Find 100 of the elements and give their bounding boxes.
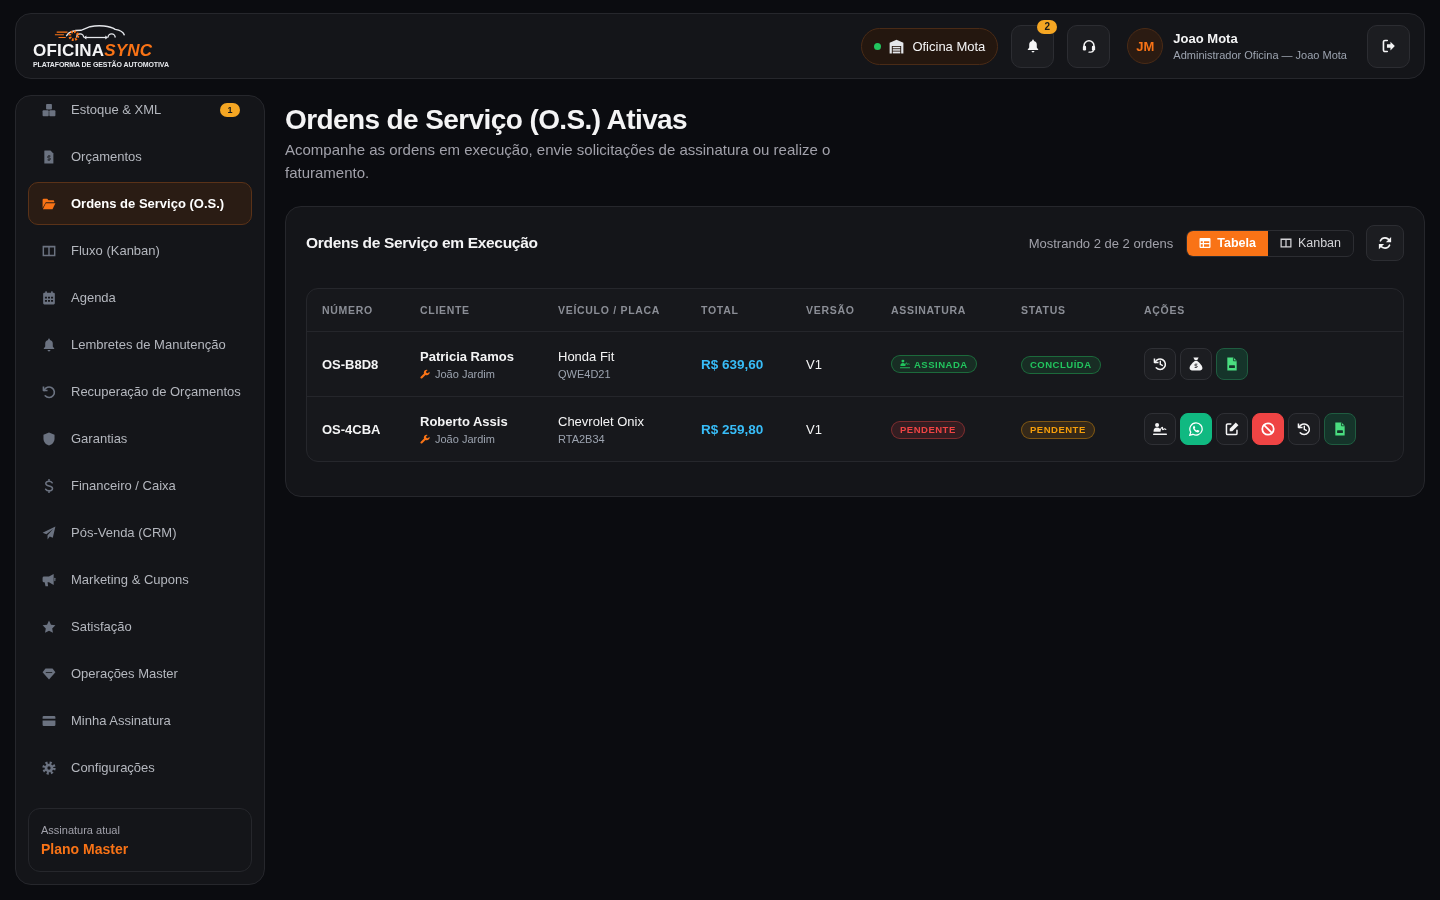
vehicle-name: Chevrolet Onix — [558, 413, 644, 429]
column-header: AÇÕES — [1144, 304, 1186, 316]
mechanic-name: João Jardim — [435, 367, 495, 380]
notification-count: 2 — [1037, 19, 1058, 34]
client-name: Roberto Assis — [420, 413, 508, 429]
plan-caption: Assinatura atual — [41, 823, 120, 836]
support-button[interactable] — [1067, 24, 1111, 68]
history-icon — [1297, 422, 1311, 436]
user-signature-icon — [900, 359, 910, 369]
sidebar-item[interactable]: Configurações — [28, 746, 252, 789]
columns-icon — [42, 243, 56, 258]
folder-icon — [42, 196, 56, 211]
sidebar-item[interactable]: Marketing & Cupons — [28, 558, 252, 601]
vehicle-name: Honda Fit — [558, 348, 615, 364]
user-avatar: JM — [1127, 28, 1164, 64]
logout-button[interactable] — [1367, 24, 1410, 68]
shield-icon — [42, 431, 56, 446]
cancel-button[interactable] — [1252, 413, 1284, 445]
sidebar-item[interactable]: Financeiro / Caixa — [28, 464, 252, 507]
order-number: OS-4CBA — [322, 421, 381, 437]
order-version: V1 — [806, 421, 822, 437]
document-button[interactable] — [1216, 348, 1248, 380]
page-subtitle: Acompanhe as ordens em execução, envie solicitações de assinatura ou realize o faturamento. — [285, 140, 832, 183]
table-icon — [1199, 237, 1212, 249]
page-title: Ordens de Serviço (O.S.) Ativas — [285, 104, 689, 136]
star-icon — [42, 619, 56, 634]
edit-icon — [1225, 422, 1239, 436]
client-name: Patricia Ramos — [420, 348, 514, 364]
history-button[interactable] — [1144, 348, 1176, 380]
sidebar-item[interactable]: Lembretes de Manutenção — [28, 323, 252, 366]
mechanic-name: João Jardim — [435, 432, 495, 445]
headset-icon — [1081, 39, 1096, 53]
file-icon — [1225, 357, 1239, 371]
block-icon — [1261, 422, 1275, 436]
credit-card-icon — [42, 713, 56, 728]
column-header: CLIENTE — [420, 304, 471, 316]
order-total: R$ 639,60 — [701, 356, 764, 372]
plan-name: Plano Master — [41, 840, 129, 857]
wrench-icon — [420, 368, 430, 379]
signature-status: PENDENTE — [900, 424, 956, 436]
dollar-icon — [42, 478, 56, 493]
sidebar-item[interactable]: Minha Assinatura — [28, 699, 252, 742]
edit-button[interactable] — [1216, 413, 1248, 445]
sidebar-item[interactable]: Operações Master — [28, 652, 252, 695]
view-tab[interactable]: Kanban — [1267, 230, 1353, 256]
workshop-selector[interactable]: Oficina Mota — [861, 27, 999, 65]
order-version: V1 — [806, 356, 822, 372]
sidebar-item[interactable]: Ordens de Serviço (O.S.) — [28, 182, 252, 225]
columns-icon — [1279, 237, 1292, 249]
document-button[interactable] — [1324, 413, 1356, 445]
money-bag-icon — [1189, 357, 1203, 371]
sidebar-item[interactable]: Recuperação de Orçamentos — [28, 370, 252, 413]
car-logo-icon — [54, 23, 126, 42]
order-number: OS-B8D8 — [322, 356, 379, 372]
calendar-icon — [42, 290, 56, 305]
signature-request-button[interactable] — [1144, 413, 1176, 445]
logout-icon — [1381, 39, 1396, 53]
invoice-icon — [42, 149, 56, 164]
column-header: STATUS — [1021, 304, 1067, 316]
column-header: TOTAL — [701, 304, 740, 316]
signature-status: ASSINADA — [914, 358, 968, 370]
sidebar-item[interactable]: Orçamentos — [28, 135, 252, 178]
logo-wordmark: OFICINASYNC — [33, 41, 153, 60]
count-badge: 1 — [220, 102, 240, 117]
sidebar-item[interactable]: Estoque & XML 1 — [28, 96, 252, 131]
message-button[interactable] — [1180, 413, 1212, 445]
vehicle-plate: RTA2B34 — [558, 432, 605, 445]
refresh-button[interactable] — [1366, 225, 1404, 261]
sidebar-item[interactable]: Pós-Venda (CRM) — [28, 511, 252, 554]
order-count: Mostrando 2 de 2 ordens — [1028, 235, 1174, 251]
history-button[interactable] — [1288, 413, 1320, 445]
undo-icon — [42, 384, 56, 399]
sidebar-item[interactable]: Satisfação — [28, 605, 252, 648]
vehicle-plate: QWE4D21 — [558, 367, 611, 380]
notification-bell-icon — [1025, 39, 1040, 53]
status-badge: CONCLUÍDA — [1021, 355, 1101, 374]
column-header: ASSINATURA — [891, 304, 968, 316]
boxes-icon — [42, 102, 56, 117]
payment-button[interactable] — [1180, 348, 1212, 380]
user-role: Administrador Oficina — Joao Mota — [1173, 49, 1347, 61]
history-icon — [1153, 357, 1167, 371]
gem-icon — [42, 666, 56, 681]
sidebar-item[interactable]: Fluxo (Kanban) — [28, 229, 252, 272]
refresh-icon — [1378, 236, 1392, 250]
wrench-icon — [420, 433, 430, 444]
column-header: VERSÃO — [806, 304, 856, 316]
column-header: NÚMERO — [322, 304, 374, 316]
megaphone-icon — [42, 572, 56, 587]
garage-icon — [889, 38, 905, 54]
user-name: Joao Mota — [1173, 31, 1239, 46]
file-icon — [1333, 422, 1347, 436]
phone-chat-icon — [1189, 422, 1203, 436]
sidebar-item[interactable]: Garantias — [28, 417, 252, 460]
paper-plane-icon — [42, 525, 56, 540]
card-title: Ordens de Serviço em Execução — [306, 234, 538, 252]
sidebar-item[interactable]: Agenda — [28, 276, 252, 319]
bell-icon — [42, 337, 56, 352]
user-signature-icon — [1153, 422, 1167, 436]
status-badge: PENDENTE — [1021, 420, 1095, 439]
column-header: VEÍCULO / PLACA — [558, 304, 662, 316]
